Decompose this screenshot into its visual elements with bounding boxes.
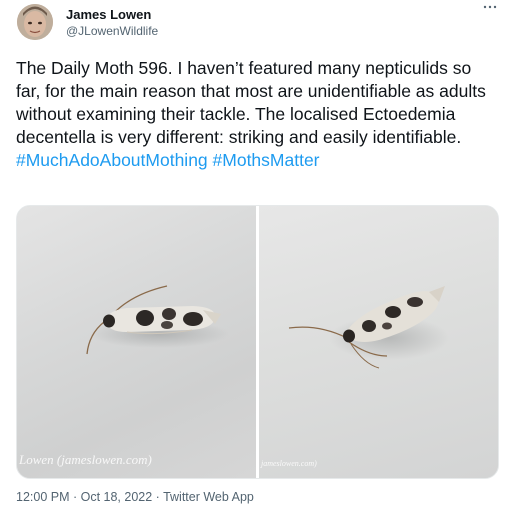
tweet-photo-1[interactable]: Lowen (jameslowen.com)	[17, 206, 256, 478]
tweet-photo-2[interactable]: jameslowen.com)	[259, 206, 498, 478]
moth-image	[288, 286, 449, 369]
photo-watermark: jameslowen.com)	[261, 459, 317, 468]
avatar[interactable]	[17, 4, 53, 40]
author-name[interactable]: James Lowen	[66, 7, 151, 22]
hashtag-link[interactable]: #MothsMatter	[213, 150, 320, 170]
author-handle[interactable]: @JLowenWildlife	[66, 24, 158, 38]
tweet-text: The Daily Moth 596. I haven’t featured m…	[16, 57, 498, 172]
photo-watermark: Lowen (jameslowen.com)	[19, 452, 152, 467]
media-grid: Lowen (jameslowen.com) jameslowen.com)	[16, 205, 499, 479]
moth-image	[86, 285, 229, 355]
tweet-body: The Daily Moth 596. I haven’t featured m…	[16, 58, 486, 147]
hashtag-link[interactable]: #MuchAdoAboutMothing	[16, 150, 208, 170]
tweet-timestamp[interactable]: 12:00 PM · Oct 18, 2022 · Twitter Web Ap…	[16, 490, 254, 504]
avatar-photo	[17, 4, 53, 40]
more-dots-icon[interactable]	[481, 1, 499, 17]
